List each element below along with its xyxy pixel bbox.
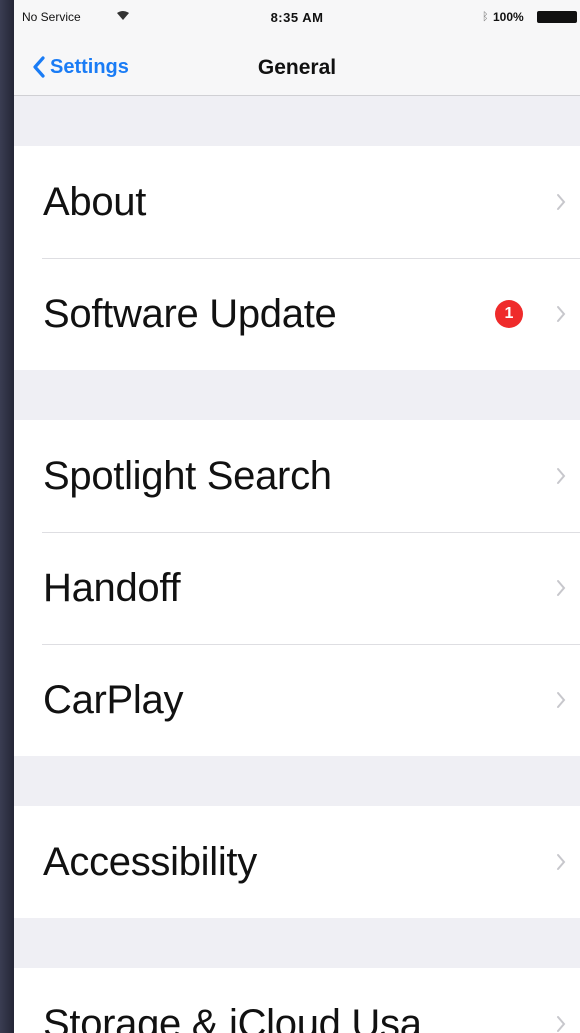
settings-group-4: Storage & iCloud Usa bbox=[14, 968, 580, 1033]
settings-group-3: Accessibility bbox=[14, 806, 580, 918]
chevron-right-icon bbox=[557, 306, 566, 322]
chevron-right-icon bbox=[557, 194, 566, 210]
settings-row-handoff[interactable]: Handoff bbox=[14, 532, 580, 644]
settings-row-spotlight-search[interactable]: Spotlight Search bbox=[14, 420, 580, 532]
chevron-right-icon bbox=[557, 1016, 566, 1032]
settings-group-2: Spotlight Search Handoff CarPlay bbox=[14, 420, 580, 756]
row-label: Software Update bbox=[43, 291, 337, 336]
settings-row-software-update[interactable]: Software Update 1 bbox=[14, 258, 580, 370]
navigation-bar: Settings General bbox=[14, 36, 580, 96]
settings-row-about[interactable]: About bbox=[14, 146, 580, 258]
chevron-right-icon bbox=[557, 580, 566, 596]
chevron-right-icon bbox=[557, 692, 566, 708]
page-title: General bbox=[257, 56, 337, 79]
settings-row-carplay[interactable]: CarPlay bbox=[14, 644, 580, 756]
settings-row-storage-icloud[interactable]: Storage & iCloud Usa bbox=[14, 968, 580, 1033]
settings-row-accessibility[interactable]: Accessibility bbox=[14, 806, 580, 918]
chevron-right-icon bbox=[557, 468, 566, 484]
row-label: Accessibility bbox=[43, 839, 257, 884]
row-label: Storage & iCloud Usa bbox=[43, 1001, 422, 1033]
row-label: Spotlight Search bbox=[43, 453, 332, 498]
bluetooth-icon: ᛒ bbox=[482, 11, 489, 23]
row-label: About bbox=[43, 179, 147, 224]
row-label: CarPlay bbox=[43, 677, 184, 722]
settings-screen: No Service 8:35 AM ᛒ 100% Settings Gener… bbox=[14, 0, 580, 1033]
battery-full-icon bbox=[537, 11, 577, 23]
battery-percent: 100% bbox=[493, 10, 524, 24]
status-bar: No Service 8:35 AM ᛒ 100% bbox=[14, 0, 580, 36]
row-label: Handoff bbox=[43, 565, 181, 610]
settings-group-1: About Software Update 1 bbox=[14, 146, 580, 370]
chevron-right-icon bbox=[557, 854, 566, 870]
update-count-badge: 1 bbox=[495, 300, 523, 328]
